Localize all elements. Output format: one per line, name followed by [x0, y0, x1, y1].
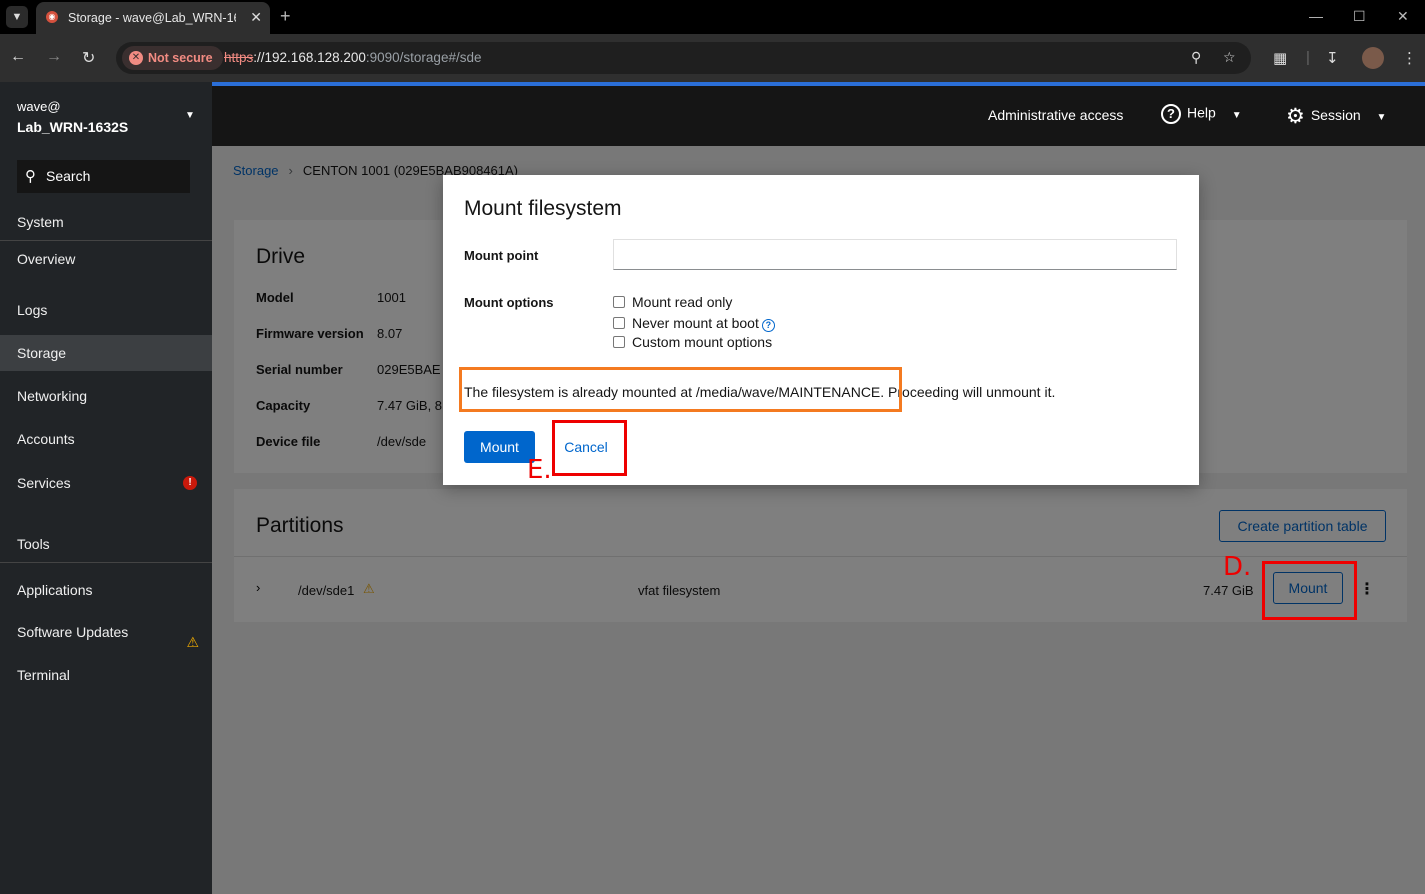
checkbox-label: Custom mount options [632, 334, 773, 350]
url-host: ://192.168.128.200 [253, 50, 366, 65]
profile-avatar[interactable] [1362, 47, 1384, 69]
host-user: wave@ [17, 99, 61, 114]
mount-point-input[interactable] [613, 239, 1177, 270]
sidebar-item-label: Overview [17, 251, 76, 267]
caret-down-icon: ▼ [1231, 109, 1242, 121]
administrative-access-button[interactable]: Administrative access [988, 107, 1123, 123]
orange-highlight-box [459, 367, 902, 412]
not-secure-badge[interactable]: ✕ Not secure [122, 46, 223, 70]
toolbar-divider: | [1306, 49, 1310, 66]
checkbox-icon [613, 296, 625, 308]
reload-icon[interactable]: ↻ [82, 48, 95, 68]
red-highlight-box-mount [1262, 561, 1357, 620]
sidebar-search[interactable]: ⚲ Search [17, 160, 190, 193]
forward-icon[interactable]: → [46, 48, 62, 66]
maximize-icon[interactable]: ☐ [1353, 8, 1366, 25]
new-tab-button[interactable]: + [280, 6, 291, 27]
sidebar-item-accounts[interactable]: Accounts [0, 421, 212, 457]
session-menu[interactable]: ⚙ Session ▼ [1286, 104, 1386, 129]
sidebar-item-terminal[interactable]: Terminal [0, 657, 212, 693]
mount-read-only-checkbox[interactable]: Mount read only [613, 294, 732, 310]
sidebar-item-tools[interactable]: Tools [0, 526, 212, 562]
checkbox-icon [613, 317, 625, 329]
sidebar-item-logs[interactable]: Logs [0, 292, 212, 328]
help-menu[interactable]: ? Help ▼ [1161, 104, 1242, 124]
menu-icon[interactable]: ⋮ [1402, 49, 1417, 67]
session-label: Session [1310, 107, 1361, 124]
caret-down-icon: ▼ [1376, 112, 1387, 124]
browser-toolbar: ← → ↻ ✕ Not secure https://192.168.128.2… [0, 34, 1425, 82]
dialog-title: Mount filesystem [464, 197, 622, 220]
zoom-icon[interactable]: ⚲ [1191, 49, 1201, 66]
help-icon[interactable]: ? [761, 319, 775, 332]
not-secure-label: Not secure [148, 51, 213, 65]
sidebar-item-label: Terminal [17, 667, 70, 683]
address-bar[interactable]: ✕ Not secure https://192.168.128.200:909… [116, 42, 1251, 74]
caret-down-icon[interactable]: ▼ [185, 110, 195, 121]
host-switcher[interactable]: wave@ Lab_WRN-1632S [17, 96, 128, 138]
checkbox-label: Never mount at boot [632, 315, 759, 331]
checkbox-icon [613, 336, 625, 348]
warning-icon: ✕ [129, 51, 143, 65]
mount-options-label: Mount options [464, 295, 554, 310]
sidebar-item-services[interactable]: Services ! [0, 465, 212, 501]
mount-point-label: Mount point [464, 248, 539, 263]
error-badge-icon: ! [183, 476, 197, 490]
browser-tab[interactable]: ◉ Storage - wave@Lab_WRN-1632S ✕ [36, 2, 270, 34]
sidebar-item-label: Networking [17, 388, 88, 404]
help-label: Help [1187, 104, 1216, 121]
browser-tab-bar: ▼ ◉ Storage - wave@Lab_WRN-1632S ✕ + — ☐… [0, 0, 1425, 34]
sidebar-item-applications[interactable]: Applications [0, 562, 212, 616]
mount-button[interactable]: Mount [464, 431, 535, 463]
annotation-label-e: E. [527, 455, 552, 485]
sidebar-item-label: Logs [17, 302, 48, 318]
gear-icon: ⚙ [1286, 105, 1305, 128]
sidebar-item-label: Services [17, 475, 71, 491]
sidebar-item-storage[interactable]: Storage [0, 335, 212, 371]
tab-title: Storage - wave@Lab_WRN-1632S [68, 11, 236, 25]
custom-mount-options-checkbox[interactable]: Custom mount options [613, 334, 772, 350]
search-icon: ⚲ [25, 168, 36, 185]
never-mount-at-boot-checkbox[interactable]: Never mount at boot? [613, 315, 775, 332]
sidebar-item-label: Software Updates [17, 624, 129, 640]
sidebar-item-label: Storage [17, 345, 67, 361]
sidebar-item-overview[interactable]: Overview [0, 240, 212, 276]
url-scheme: https [224, 50, 254, 65]
search-label: Search [46, 168, 91, 184]
sidebar-item-software-updates[interactable]: Software Updates ⚠ [0, 614, 212, 650]
annotation-label-d: D. [1223, 552, 1252, 582]
url-path: :9090/storage#/sde [365, 50, 482, 65]
sidebar-item-networking[interactable]: Networking [0, 378, 212, 414]
red-highlight-box-cancel [552, 420, 627, 476]
minimize-icon[interactable]: — [1309, 8, 1323, 24]
masthead: Administrative access ? Help ▼ ⚙ Session ▼ [212, 86, 1425, 146]
sidebar: wave@ Lab_WRN-1632S ▼ ⚲ Search System Ov… [0, 82, 212, 894]
extensions-icon[interactable]: ▦ [1273, 49, 1287, 67]
sidebar-item-label: Applications [17, 582, 93, 598]
host-name: Lab_WRN-1632S [17, 119, 129, 135]
url-text[interactable]: https://192.168.128.200:9090/storage#/sd… [224, 50, 481, 65]
bookmark-star-icon[interactable]: ☆ [1223, 49, 1236, 66]
warning-badge-icon: ⚠ [186, 634, 199, 650]
close-window-icon[interactable]: ✕ [1397, 8, 1409, 25]
sidebar-item-label: Accounts [17, 431, 75, 447]
download-icon[interactable]: ↧ [1326, 49, 1339, 67]
close-tab-icon[interactable]: ✕ [250, 9, 262, 26]
help-icon: ? [1161, 104, 1181, 124]
tab-list-button[interactable]: ▼ [6, 6, 28, 28]
back-icon[interactable]: ← [10, 48, 26, 66]
sidebar-item-system[interactable]: System [0, 204, 212, 240]
cockpit-favicon-icon: ◉ [46, 11, 58, 23]
checkbox-label: Mount read only [632, 294, 733, 310]
